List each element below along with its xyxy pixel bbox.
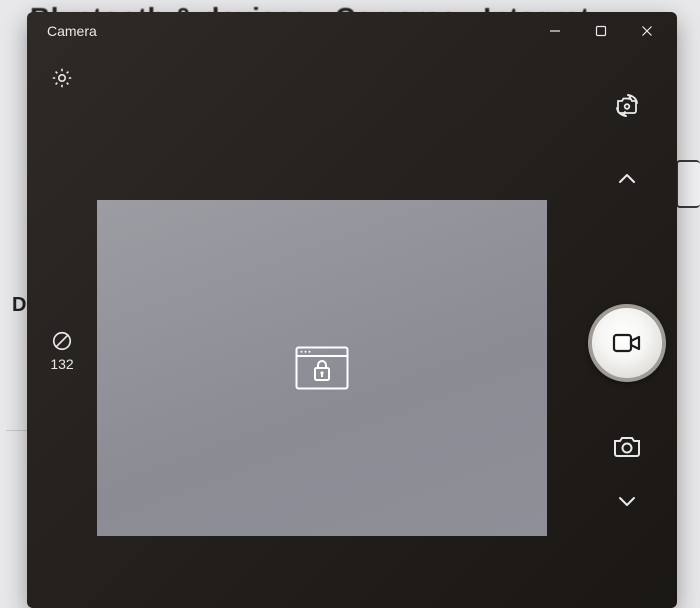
photo-mode-button[interactable] [611,430,643,462]
chevron-up-icon [618,173,636,185]
window-title: Camera [47,23,97,39]
left-toolbar: 132 [27,50,97,608]
camera-viewfinder [97,200,547,536]
camera-icon [612,433,642,459]
app-body: 132 [27,50,677,608]
switch-camera-icon [612,90,642,120]
exposure-value: 132 [50,356,73,372]
bg-right-block [676,160,700,208]
close-button[interactable] [625,16,669,46]
exposure-button[interactable]: 132 [50,330,73,372]
maximize-button[interactable] [579,16,623,46]
center-area [97,50,577,608]
mode-scroll-up[interactable] [612,164,642,194]
right-toolbar [577,50,677,608]
window-controls [533,16,669,46]
camera-app-window: Camera [27,12,677,608]
gear-icon [50,66,74,90]
minimize-button[interactable] [533,16,577,46]
video-icon [612,332,642,354]
mode-scroll-down[interactable] [612,486,642,516]
switch-camera-button[interactable] [612,90,642,120]
window-lock-icon [295,346,349,390]
privacy-locked-placeholder [295,346,349,390]
chevron-down-icon [618,495,636,507]
titlebar: Camera [27,12,677,50]
capture-button[interactable] [588,304,666,382]
settings-button[interactable] [50,66,74,90]
exposure-icon [51,330,73,352]
bg-divider [6,430,28,431]
bg-left-char: D [12,294,26,317]
